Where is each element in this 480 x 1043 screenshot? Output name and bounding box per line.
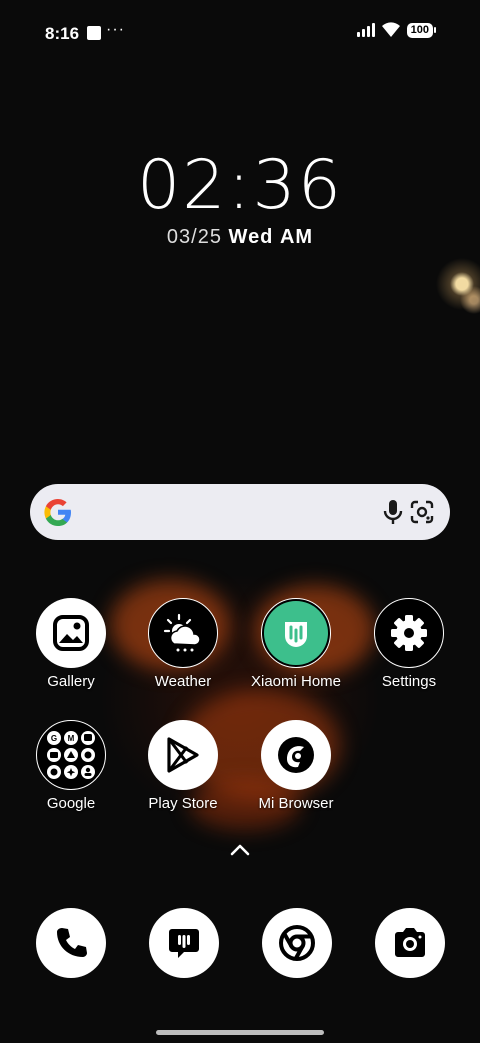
app-label: Xiaomi Home: [250, 673, 342, 690]
status-right: 100: [356, 22, 436, 38]
app-label: Weather: [154, 673, 212, 690]
status-bar: 8:16 ··· 100: [0, 18, 480, 48]
play-store-icon: [148, 720, 218, 790]
chevron-up-icon[interactable]: [228, 842, 252, 858]
app-play-store[interactable]: Play Store: [128, 720, 238, 812]
battery-icon: 100: [406, 22, 436, 38]
app-weather[interactable]: Weather: [128, 598, 238, 690]
phone-icon: [57, 928, 87, 957]
dock-chrome[interactable]: [262, 908, 332, 978]
dock-messages[interactable]: [149, 908, 219, 978]
google-folder-icon: GM: [36, 720, 106, 790]
app-label: Google: [46, 795, 96, 812]
app-label: Mi Browser: [258, 795, 334, 812]
messages-icon: [169, 929, 199, 958]
google-g-icon: [44, 499, 71, 526]
dock-camera[interactable]: [375, 908, 445, 978]
app-label: Play Store: [148, 795, 218, 812]
battery-level: 100: [406, 22, 433, 38]
app-label: Settings: [381, 673, 437, 690]
home-indicator[interactable]: [156, 1030, 324, 1035]
app-mi-browser[interactable]: Mi Browser: [241, 720, 351, 812]
app-label: Gallery: [47, 673, 95, 690]
status-time: 8:16: [45, 24, 80, 43]
clock-ampm: AM: [279, 226, 314, 248]
microphone-icon[interactable]: [380, 498, 406, 526]
clock-time: 02:36: [137, 146, 343, 225]
gear-icon: [374, 598, 444, 668]
app-google-folder[interactable]: GM Google: [16, 720, 126, 812]
clock-weekday: Wed: [228, 226, 274, 248]
app-gallery[interactable]: Gallery: [16, 598, 126, 690]
app-xiaomi-home[interactable]: Xiaomi Home: [241, 598, 351, 690]
cellular-signal-icon: [356, 23, 375, 37]
app-settings[interactable]: Settings: [354, 598, 464, 690]
clock-widget[interactable]: 02:36 03/25 Wed AM: [0, 150, 480, 249]
square-notification-icon: [87, 26, 101, 40]
svg-text:M: M: [68, 734, 75, 743]
clock-date: 03/25: [166, 226, 222, 248]
wifi-icon: [381, 22, 400, 37]
mi-browser-icon: [261, 720, 331, 790]
clock-date-line: 03/25 Wed AM: [0, 226, 480, 249]
xiaomi-home-icon: [261, 598, 331, 668]
dock-phone[interactable]: [36, 908, 106, 978]
google-search-bar[interactable]: [30, 484, 450, 540]
svg-text:G: G: [51, 734, 57, 743]
weather-icon: [148, 598, 218, 668]
status-overflow: ···: [106, 21, 125, 38]
chrome-icon: [279, 925, 315, 961]
gallery-icon: [36, 598, 106, 668]
google-lens-icon[interactable]: [408, 498, 436, 526]
camera-icon: [395, 928, 425, 957]
